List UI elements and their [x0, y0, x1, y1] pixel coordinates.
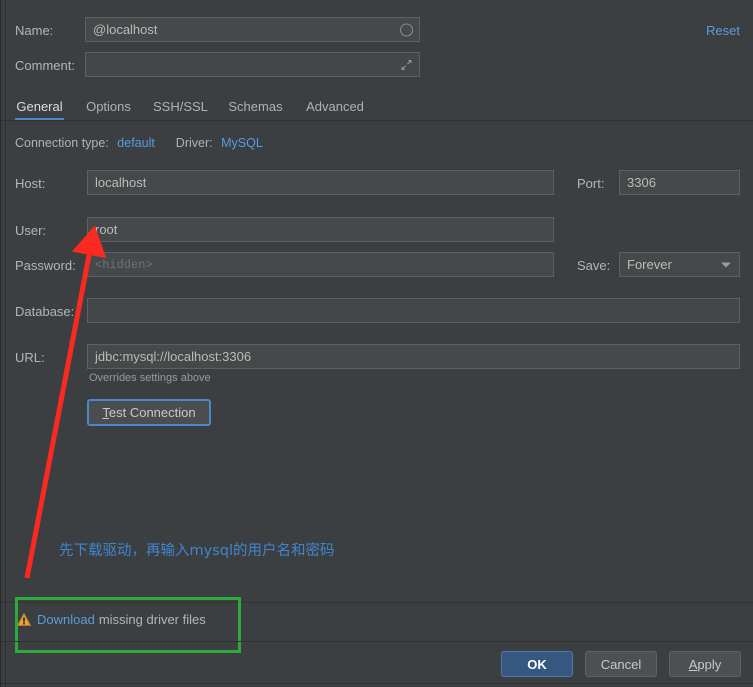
driver-warning-row: Download missing driver files — [17, 612, 206, 627]
tab-bar: General Options SSH/SSL Schemas Advanced — [1, 93, 753, 121]
apply-button[interactable]: Apply — [669, 651, 741, 677]
chevron-down-icon — [721, 262, 731, 267]
comment-label: Comment: — [15, 58, 75, 73]
warning-triangle-icon — [17, 613, 31, 626]
save-select[interactable]: Forever — [619, 252, 740, 277]
cancel-button[interactable]: Cancel — [585, 651, 657, 677]
host-label: Host: — [15, 176, 45, 191]
driver-value[interactable]: MySQL — [221, 136, 263, 150]
expand-icon[interactable] — [399, 57, 414, 72]
name-input[interactable]: @localhost — [85, 17, 420, 42]
apply-rest: pply — [697, 657, 721, 672]
save-label: Save: — [577, 258, 610, 273]
port-input[interactable]: 3306 — [619, 170, 740, 195]
save-select-value: Forever — [627, 257, 672, 272]
connection-type-row: Connection type: default Driver: MySQL — [15, 136, 263, 150]
database-input[interactable] — [87, 298, 740, 323]
password-label: Password: — [15, 258, 76, 273]
ok-button[interactable]: OK — [501, 651, 573, 677]
database-label: Database: — [15, 304, 74, 319]
port-label: Port: — [577, 176, 604, 191]
dialog-bottom-edge — [1, 683, 753, 684]
comment-input[interactable] — [85, 52, 420, 77]
circle-icon[interactable] — [399, 22, 414, 37]
reset-link[interactable]: Reset — [706, 23, 740, 38]
host-input-value: localhost — [95, 175, 146, 190]
name-label: Name: — [15, 23, 53, 38]
tab-options[interactable]: Options — [84, 93, 133, 120]
footer-separator — [1, 641, 753, 642]
dialog-header-area: Name: @localhost Comment: Reset — [1, 0, 753, 90]
connection-type-label: Connection type: — [15, 136, 109, 150]
driver-missing-text: missing driver files — [99, 612, 206, 627]
url-label: URL: — [15, 350, 45, 365]
host-input[interactable]: localhost — [87, 170, 554, 195]
user-input[interactable]: root — [87, 217, 554, 242]
tab-schemas[interactable]: Schemas — [227, 93, 284, 120]
tab-bar-underline — [1, 120, 753, 121]
url-hint: Overrides settings above — [89, 372, 211, 384]
password-placeholder: <hidden> — [95, 258, 153, 272]
user-input-value: root — [95, 222, 117, 237]
apply-label: Apply — [689, 657, 722, 672]
status-separator — [1, 602, 753, 603]
url-input[interactable]: jdbc:mysql://localhost:3306 — [87, 344, 740, 369]
url-input-value: jdbc:mysql://localhost:3306 — [95, 349, 251, 364]
driver-label: Driver: — [176, 136, 213, 150]
tab-general[interactable]: General — [15, 93, 64, 120]
name-input-value: @localhost — [93, 22, 158, 37]
test-connection-label: Test Connection — [102, 405, 195, 420]
data-source-properties-dialog: Name: @localhost Comment: Reset General … — [0, 0, 753, 687]
tab-ssh-ssl[interactable]: SSH/SSL — [153, 93, 207, 120]
connection-type-value[interactable]: default — [117, 136, 155, 150]
user-label: User: — [15, 223, 46, 238]
port-input-value: 3306 — [627, 175, 656, 190]
test-connection-rest: est Connection — [109, 405, 196, 420]
annotation-note-text: 先下载驱动，再输入mysql的用户名和密码 — [59, 539, 335, 560]
password-input[interactable]: <hidden> — [87, 252, 554, 277]
download-driver-link[interactable]: Download — [37, 612, 95, 627]
expand-icon-glyph — [401, 59, 412, 70]
test-connection-button[interactable]: Test Connection — [87, 399, 211, 426]
tab-advanced[interactable]: Advanced — [304, 93, 366, 120]
